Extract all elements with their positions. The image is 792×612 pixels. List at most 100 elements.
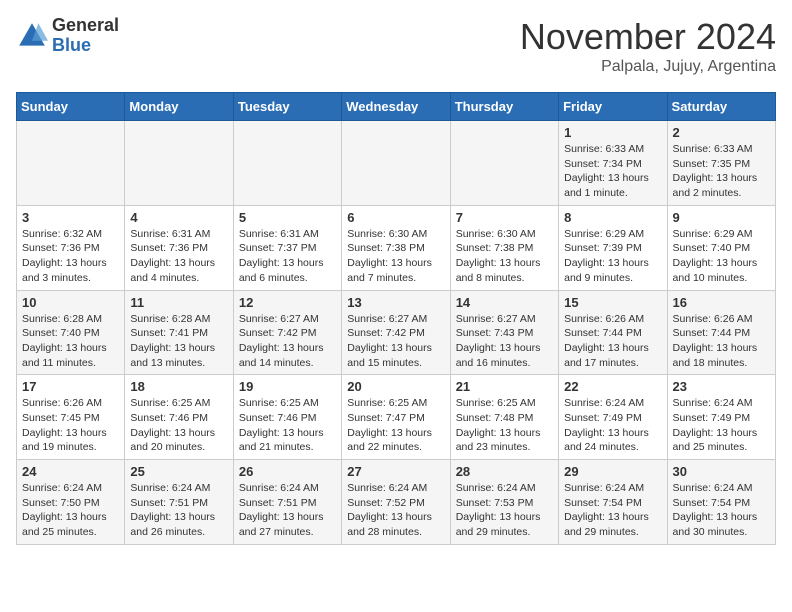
calendar-day-cell: 13 Sunrise: 6:27 AM Sunset: 7:42 PM Dayli… bbox=[342, 290, 450, 375]
calendar-day-cell bbox=[17, 121, 125, 206]
day-detail: Sunrise: 6:26 AM Sunset: 7:44 PM Dayligh… bbox=[564, 312, 661, 371]
calendar-day-cell: 11 Sunrise: 6:28 AM Sunset: 7:41 PM Dayli… bbox=[125, 290, 233, 375]
day-detail: Sunrise: 6:24 AM Sunset: 7:49 PM Dayligh… bbox=[564, 396, 661, 455]
day-number: 3 bbox=[22, 210, 119, 225]
calendar-weekday-wednesday: Wednesday bbox=[342, 93, 450, 121]
day-number: 28 bbox=[456, 464, 553, 479]
day-number: 9 bbox=[673, 210, 770, 225]
day-number: 15 bbox=[564, 295, 661, 310]
calendar-week-row: 17Sunrise: 6:26 AM Sunset: 7:45 PM Dayli… bbox=[17, 375, 776, 460]
day-number: 23 bbox=[673, 379, 770, 394]
calendar-day-cell: 20Sunrise: 6:25 AM Sunset: 7:47 PM Dayli… bbox=[342, 375, 450, 460]
day-number: 17 bbox=[22, 379, 119, 394]
day-detail: Sunrise: 6:33 AM Sunset: 7:34 PM Dayligh… bbox=[564, 142, 661, 201]
calendar-day-cell: 24 Sunrise: 6:24 AM Sunset: 7:50 PM Dayli… bbox=[17, 460, 125, 545]
day-number: 29 bbox=[564, 464, 661, 479]
calendar-day-cell: 5Sunrise: 6:31 AM Sunset: 7:37 PM Daylig… bbox=[233, 205, 341, 290]
calendar-day-cell: 4 Sunrise: 6:31 AM Sunset: 7:36 PM Daylig… bbox=[125, 205, 233, 290]
calendar-day-cell: 21 Sunrise: 6:25 AM Sunset: 7:48 PM Dayli… bbox=[450, 375, 558, 460]
day-number: 26 bbox=[239, 464, 336, 479]
page-header: General Blue November 2024 Palpala, Juju… bbox=[16, 16, 776, 76]
calendar-day-cell: 7Sunrise: 6:30 AM Sunset: 7:38 PM Daylig… bbox=[450, 205, 558, 290]
day-number: 21 bbox=[456, 379, 553, 394]
day-number: 11 bbox=[130, 295, 227, 310]
day-number: 18 bbox=[130, 379, 227, 394]
calendar-day-cell: 1 Sunrise: 6:33 AM Sunset: 7:34 PM Daylig… bbox=[559, 121, 667, 206]
day-detail: Sunrise: 6:32 AM Sunset: 7:36 PM Dayligh… bbox=[22, 227, 119, 286]
day-detail: Sunrise: 6:26 AM Sunset: 7:44 PM Dayligh… bbox=[673, 312, 770, 371]
day-detail: Sunrise: 6:29 AM Sunset: 7:39 PM Dayligh… bbox=[564, 227, 661, 286]
day-number: 20 bbox=[347, 379, 444, 394]
title-block: November 2024 Palpala, Jujuy, Argentina bbox=[520, 16, 776, 76]
calendar-week-row: 10 Sunrise: 6:28 AM Sunset: 7:40 PM Dayli… bbox=[17, 290, 776, 375]
day-number: 24 bbox=[22, 464, 119, 479]
day-detail: Sunrise: 6:29 AM Sunset: 7:40 PM Dayligh… bbox=[673, 227, 770, 286]
day-detail: Sunrise: 6:25 AM Sunset: 7:46 PM Dayligh… bbox=[239, 396, 336, 455]
day-number: 10 bbox=[22, 295, 119, 310]
day-number: 14 bbox=[456, 295, 553, 310]
day-detail: Sunrise: 6:24 AM Sunset: 7:54 PM Dayligh… bbox=[564, 481, 661, 540]
calendar-week-row: 24 Sunrise: 6:24 AM Sunset: 7:50 PM Dayli… bbox=[17, 460, 776, 545]
day-detail: Sunrise: 6:24 AM Sunset: 7:53 PM Dayligh… bbox=[456, 481, 553, 540]
calendar-day-cell bbox=[125, 121, 233, 206]
calendar-day-cell: 6 Sunrise: 6:30 AM Sunset: 7:38 PM Daylig… bbox=[342, 205, 450, 290]
day-detail: Sunrise: 6:25 AM Sunset: 7:48 PM Dayligh… bbox=[456, 396, 553, 455]
calendar-table: SundayMondayTuesdayWednesdayThursdayFrid… bbox=[16, 92, 776, 545]
calendar-day-cell: 2Sunrise: 6:33 AM Sunset: 7:35 PM Daylig… bbox=[667, 121, 775, 206]
logo-blue-text: Blue bbox=[52, 36, 119, 56]
calendar-weekday-friday: Friday bbox=[559, 93, 667, 121]
day-number: 27 bbox=[347, 464, 444, 479]
day-detail: Sunrise: 6:24 AM Sunset: 7:50 PM Dayligh… bbox=[22, 481, 119, 540]
calendar-day-cell: 26 Sunrise: 6:24 AM Sunset: 7:51 PM Dayli… bbox=[233, 460, 341, 545]
day-number: 1 bbox=[564, 125, 661, 140]
calendar-day-cell: 16 Sunrise: 6:26 AM Sunset: 7:44 PM Dayli… bbox=[667, 290, 775, 375]
calendar-day-cell: 27 Sunrise: 6:24 AM Sunset: 7:52 PM Dayli… bbox=[342, 460, 450, 545]
location-text: Palpala, Jujuy, Argentina bbox=[520, 58, 776, 76]
calendar-day-cell: 15 Sunrise: 6:26 AM Sunset: 7:44 PM Dayli… bbox=[559, 290, 667, 375]
day-detail: Sunrise: 6:24 AM Sunset: 7:54 PM Dayligh… bbox=[673, 481, 770, 540]
day-number: 19 bbox=[239, 379, 336, 394]
day-number: 12 bbox=[239, 295, 336, 310]
day-detail: Sunrise: 6:27 AM Sunset: 7:42 PM Dayligh… bbox=[239, 312, 336, 371]
day-detail: Sunrise: 6:30 AM Sunset: 7:38 PM Dayligh… bbox=[347, 227, 444, 286]
calendar-day-cell: 23Sunrise: 6:24 AM Sunset: 7:49 PM Dayli… bbox=[667, 375, 775, 460]
day-detail: Sunrise: 6:24 AM Sunset: 7:51 PM Dayligh… bbox=[239, 481, 336, 540]
calendar-weekday-sunday: Sunday bbox=[17, 93, 125, 121]
calendar-day-cell bbox=[450, 121, 558, 206]
day-detail: Sunrise: 6:27 AM Sunset: 7:42 PM Dayligh… bbox=[347, 312, 444, 371]
day-detail: Sunrise: 6:33 AM Sunset: 7:35 PM Dayligh… bbox=[673, 142, 770, 201]
calendar-day-cell: 19 Sunrise: 6:25 AM Sunset: 7:46 PM Dayli… bbox=[233, 375, 341, 460]
calendar-day-cell: 18 Sunrise: 6:25 AM Sunset: 7:46 PM Dayli… bbox=[125, 375, 233, 460]
day-number: 16 bbox=[673, 295, 770, 310]
logo: General Blue bbox=[16, 16, 119, 56]
day-detail: Sunrise: 6:24 AM Sunset: 7:52 PM Dayligh… bbox=[347, 481, 444, 540]
calendar-day-cell bbox=[233, 121, 341, 206]
day-number: 22 bbox=[564, 379, 661, 394]
calendar-weekday-tuesday: Tuesday bbox=[233, 93, 341, 121]
calendar-day-cell bbox=[342, 121, 450, 206]
day-number: 25 bbox=[130, 464, 227, 479]
calendar-day-cell: 8 Sunrise: 6:29 AM Sunset: 7:39 PM Daylig… bbox=[559, 205, 667, 290]
day-detail: Sunrise: 6:27 AM Sunset: 7:43 PM Dayligh… bbox=[456, 312, 553, 371]
day-detail: Sunrise: 6:28 AM Sunset: 7:41 PM Dayligh… bbox=[130, 312, 227, 371]
calendar-day-cell: 29 Sunrise: 6:24 AM Sunset: 7:54 PM Dayli… bbox=[559, 460, 667, 545]
calendar-week-row: 3 Sunrise: 6:32 AM Sunset: 7:36 PM Daylig… bbox=[17, 205, 776, 290]
calendar-day-cell: 9 Sunrise: 6:29 AM Sunset: 7:40 PM Daylig… bbox=[667, 205, 775, 290]
month-title: November 2024 bbox=[520, 16, 776, 58]
calendar-day-cell: 10 Sunrise: 6:28 AM Sunset: 7:40 PM Dayli… bbox=[17, 290, 125, 375]
calendar-day-cell: 25 Sunrise: 6:24 AM Sunset: 7:51 PM Dayli… bbox=[125, 460, 233, 545]
calendar-header-row: SundayMondayTuesdayWednesdayThursdayFrid… bbox=[17, 93, 776, 121]
day-number: 6 bbox=[347, 210, 444, 225]
day-detail: Sunrise: 6:28 AM Sunset: 7:40 PM Dayligh… bbox=[22, 312, 119, 371]
calendar-weekday-monday: Monday bbox=[125, 93, 233, 121]
day-number: 8 bbox=[564, 210, 661, 225]
calendar-day-cell: 28 Sunrise: 6:24 AM Sunset: 7:53 PM Dayli… bbox=[450, 460, 558, 545]
day-number: 4 bbox=[130, 210, 227, 225]
calendar-day-cell: 22 Sunrise: 6:24 AM Sunset: 7:49 PM Dayli… bbox=[559, 375, 667, 460]
day-number: 13 bbox=[347, 295, 444, 310]
day-number: 5 bbox=[239, 210, 336, 225]
day-detail: Sunrise: 6:31 AM Sunset: 7:36 PM Dayligh… bbox=[130, 227, 227, 286]
day-detail: Sunrise: 6:24 AM Sunset: 7:51 PM Dayligh… bbox=[130, 481, 227, 540]
day-detail: Sunrise: 6:25 AM Sunset: 7:46 PM Dayligh… bbox=[130, 396, 227, 455]
logo-general-text: General bbox=[52, 16, 119, 36]
